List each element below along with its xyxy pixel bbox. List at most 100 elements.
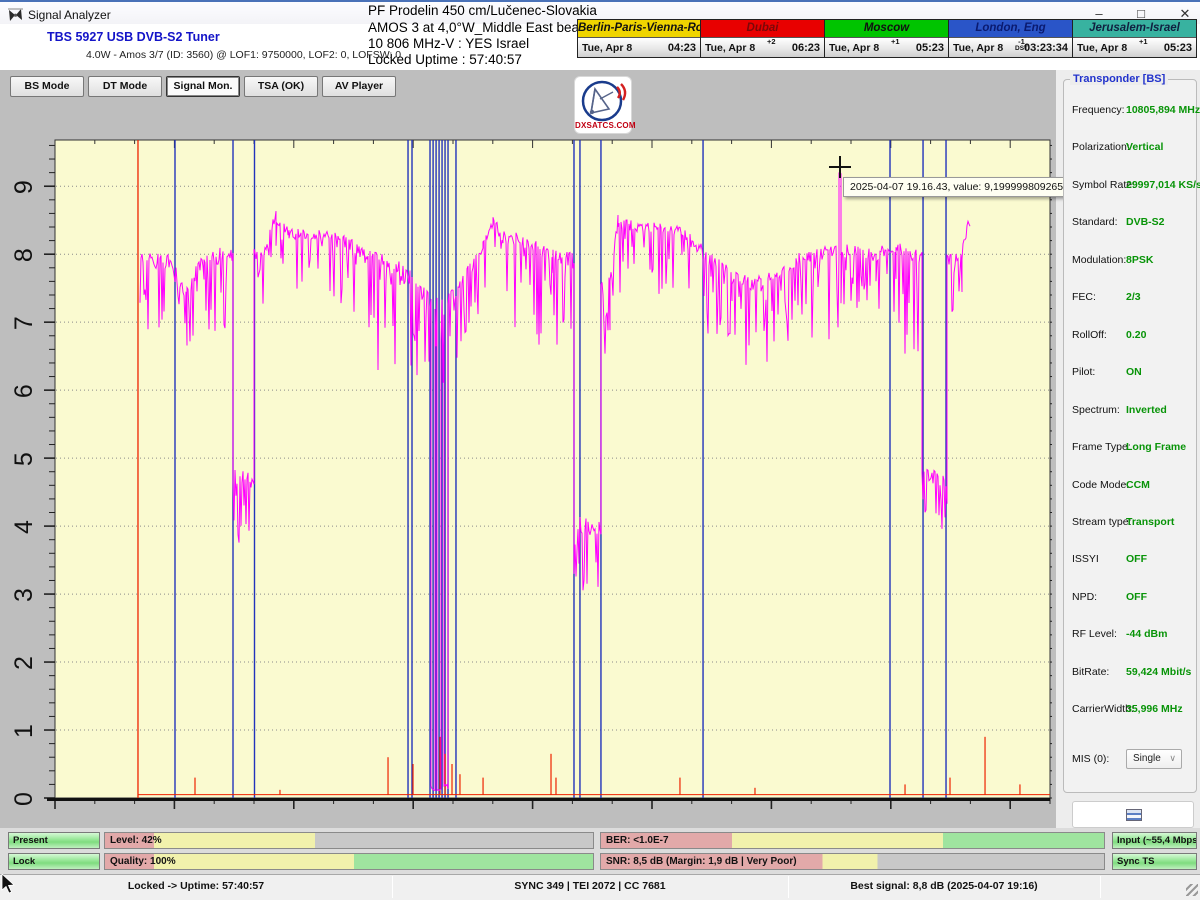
ytick-label-4: 4 — [10, 520, 38, 534]
transponder-label-7: Pilot: — [1072, 366, 1095, 378]
transponder-value-11: Transport — [1126, 516, 1174, 528]
clock-body: Tue, Apr 8 +1 05:23 — [825, 37, 948, 57]
clock-time: 05:23 — [1164, 42, 1192, 54]
site-info-line-3: 10 806 MHz-V : YES Israel — [368, 36, 583, 53]
clock-city: Dubai — [701, 20, 824, 37]
transponder-label-15: BitRate: — [1072, 666, 1109, 678]
clock-city: Berlin-Paris-Vienna-Roma — [578, 20, 700, 37]
clock-date: Tue, Apr 8 — [829, 42, 879, 54]
statusbar-divider — [392, 876, 393, 898]
signal-chart[interactable]: 0123456789 — [8, 99, 1052, 827]
transponder-label-3: Standard: — [1072, 216, 1118, 228]
clock-date: Tue, Apr 8 — [953, 42, 1003, 54]
transponder-value-16: 35,996 MHz — [1126, 703, 1183, 715]
clock-time: 04:23 — [668, 42, 696, 54]
mis-dropdown[interactable]: Single ∨ — [1126, 749, 1182, 769]
statusbar-divider — [788, 876, 789, 898]
transponder-value-14: -44 dBm — [1126, 628, 1167, 640]
transponder-value-8: Inverted — [1126, 404, 1167, 416]
clock-utc-offset: +1 — [891, 38, 900, 45]
statusbar-divider — [1100, 876, 1101, 898]
transponder-panel-title: Transponder [BS] — [1070, 73, 1168, 85]
transponder-value-9: Long Frame — [1126, 441, 1186, 453]
clock-cell-4: London, EngTue, Apr 8-1DST03:23:34 — [949, 19, 1073, 58]
clock-cell-3: Moscow Tue, Apr 8 +1 05:23 — [825, 19, 949, 58]
clock-city: Jerusalem-Israel — [1073, 20, 1196, 37]
transponder-label-9: Frame Type: — [1072, 441, 1131, 453]
transponder-label-4: Modulation: — [1072, 254, 1126, 266]
transponder-label-13: NPD: — [1072, 591, 1097, 603]
toolbar-button-bs-mode[interactable]: BS Mode — [10, 76, 84, 97]
clock-cell-1: Berlin-Paris-Vienna-Roma Tue, Apr 8 04:23 — [577, 19, 701, 58]
clock-time: 06:23 — [792, 42, 820, 54]
world-clocks: Berlin-Paris-Vienna-Roma Tue, Apr 8 04:23 D… — [577, 19, 1197, 58]
transponder-value-4: 8PSK — [1126, 254, 1153, 266]
resize-grip[interactable] — [1186, 884, 1198, 896]
chevron-down-icon: ∨ — [1169, 753, 1176, 764]
transponder-value-13: OFF — [1126, 591, 1147, 603]
toolbar-button-tsa-ok-[interactable]: TSA (OK) — [244, 76, 318, 97]
transponder-value-15: 59,424 Mbit/s — [1126, 666, 1191, 678]
transponder-value-2: 29997,014 KS/s — [1126, 179, 1200, 191]
transponder-label-10: Code Mode: — [1072, 479, 1129, 491]
transponder-value-7: ON — [1126, 366, 1142, 378]
indicator-sync-ts: Sync TS — [1112, 853, 1197, 870]
clock-time: 05:23 — [916, 42, 944, 54]
clock-city: London, Eng — [949, 20, 1072, 37]
transponder-label-16: CarrierWidth: — [1072, 703, 1134, 715]
list-icon — [1126, 809, 1142, 821]
site-info-line-2: AMOS 3 at 4,0°W_Middle East beam — [368, 20, 583, 37]
transponder-value-12: OFF — [1126, 553, 1147, 565]
ytick-label-5: 5 — [10, 452, 38, 466]
tuner-config: 4.0W - Amos 3/7 (ID: 3560) @ LOF1: 97500… — [86, 49, 401, 61]
clock-utc-offset: +1 — [1139, 38, 1148, 45]
clock-cell-2: Dubai Tue, Apr 8 +2 06:23 — [701, 19, 825, 58]
transponder-label-5: FEC: — [1072, 291, 1096, 303]
site-info-line-4: Locked Uptime : 57:40:57 — [368, 52, 583, 69]
statusbar-sync-counters: SYNC 349 | TEI 2072 | CC 7681 — [392, 880, 788, 892]
bar-quality: Quality: 100% — [104, 853, 594, 870]
ytick-label-9: 9 — [10, 180, 38, 194]
statusbar-best-signal: Best signal: 8,8 dB (2025-04-07 19:16) — [788, 880, 1100, 892]
clock-date: Tue, Apr 8 — [582, 42, 632, 54]
ytick-label-2: 2 — [10, 656, 38, 670]
transponder-label-8: Spectrum: — [1072, 404, 1120, 416]
ytick-label-3: 3 — [10, 588, 38, 602]
clock-date: Tue, Apr 8 — [705, 42, 755, 54]
indicator-lock: Lock — [8, 853, 100, 870]
ytick-label-8: 8 — [10, 248, 38, 262]
indicator-present: Present — [8, 832, 100, 849]
window-title: Signal Analyzer — [28, 8, 111, 22]
toolbar-button-dt-mode[interactable]: DT Mode — [88, 76, 162, 97]
clock-body: Tue, Apr 8 04:23 — [578, 37, 700, 57]
ytick-label-6: 6 — [10, 384, 38, 398]
bar-snr: SNR: 8,5 dB (Margin: 1,9 dB | Very Poor) — [600, 853, 1105, 870]
logo-text: DXSATCS.COM — [575, 121, 631, 130]
transponder-value-5: 2/3 — [1126, 291, 1141, 303]
transponder-label-6: RollOff: — [1072, 329, 1107, 341]
clock-body: Tue, Apr 8-1DST03:23:34 — [949, 37, 1072, 57]
satellite-dish-icon — [575, 79, 631, 123]
clock-body: Tue, Apr 8 +1 05:23 — [1073, 37, 1196, 57]
transponder-value-1: Vertical — [1126, 141, 1163, 153]
clock-city: Moscow — [825, 20, 948, 37]
mouse-cursor — [1, 874, 17, 896]
ytick-label-7: 7 — [10, 316, 38, 330]
transponder-value-6: 0.20 — [1126, 329, 1146, 341]
clock-utc-offset: +2 — [767, 38, 776, 45]
toolbar-button-av-player[interactable]: AV Player — [322, 76, 396, 97]
clock-date: Tue, Apr 8 — [1077, 42, 1127, 54]
transponder-list-button[interactable] — [1072, 801, 1194, 828]
toolbar-button-signal-mon-[interactable]: Signal Mon. — [166, 76, 240, 97]
clock-time: 03:23:34 — [1024, 42, 1068, 54]
site-info-line-1: PF Prodelin 450 cm/Lučenec-Slovakia — [368, 3, 583, 20]
transponder-value-3: DVB-S2 — [1126, 216, 1165, 228]
dxsatcs-logo: DXSATCS.COM — [574, 76, 632, 134]
ytick-label-0: 0 — [10, 792, 38, 806]
tuner-name: TBS 5927 USB DVB-S2 Tuner — [47, 30, 220, 44]
statusbar-lock-uptime: Locked -> Uptime: 57:40:57 — [0, 880, 392, 892]
clock-cell-5: Jerusalem-Israel Tue, Apr 8 +1 05:23 — [1073, 19, 1197, 58]
transponder-label-11: Stream type: — [1072, 516, 1132, 528]
mis-label: MIS (0): — [1072, 753, 1109, 765]
crosshair-cursor-vertical — [839, 156, 841, 178]
